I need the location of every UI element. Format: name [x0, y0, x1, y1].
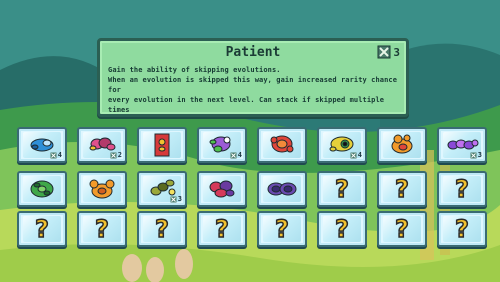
locked-evolution-slot[interactable]: ?: [197, 211, 247, 247]
locked-evolution-slot[interactable]: ?: [137, 211, 187, 247]
evolution-count: 3: [170, 195, 182, 203]
evolution-grid: 4 2 4 4 3 3???????????: [17, 127, 487, 267]
tooltip-description: Gain the ability of skipping evolutions.…: [108, 65, 398, 115]
locked-evolution-slot[interactable]: ?: [377, 211, 427, 247]
evolution-slot[interactable]: [377, 127, 427, 163]
evolution-slot[interactable]: [17, 171, 67, 207]
skip-x-icon: [230, 152, 237, 158]
evolution-count: 3: [470, 151, 482, 159]
tooltip-title: Patient: [225, 45, 281, 60]
evolution-count: 4: [50, 151, 62, 159]
tooltip-cost: 3: [377, 45, 400, 59]
evolution-slot[interactable]: 3: [137, 171, 187, 207]
evolution-slot[interactable]: 2: [77, 127, 127, 163]
evolution-count: 4: [230, 151, 242, 159]
locked-evolution-slot[interactable]: ?: [17, 211, 67, 247]
question-mark-icon: ?: [454, 214, 469, 244]
locked-evolution-slot[interactable]: ?: [437, 171, 487, 207]
question-mark-icon: ?: [334, 174, 349, 204]
evolution-count: 4: [350, 151, 362, 159]
evolution-slot[interactable]: 4: [197, 127, 247, 163]
evolution-count-value: 4: [57, 151, 62, 159]
question-mark-icon: ?: [214, 214, 229, 244]
locked-evolution-slot[interactable]: ?: [437, 211, 487, 247]
evolution-tooltip: Patient 3 Gain the ability of skipping e…: [97, 38, 409, 117]
evolution-slot[interactable]: 4: [17, 127, 67, 163]
question-mark-icon: ?: [334, 214, 349, 244]
evolution-count-value: 4: [237, 151, 242, 159]
question-mark-icon: ?: [274, 214, 289, 244]
locked-evolution-slot[interactable]: ?: [317, 211, 367, 247]
skip-x-icon: [50, 152, 57, 158]
red-card-icon: [154, 133, 170, 157]
skip-x-icon: [377, 45, 391, 59]
locked-evolution-slot[interactable]: ?: [377, 171, 427, 207]
green-spiky-icon: [30, 180, 54, 198]
evolution-count-value: 2: [117, 151, 122, 159]
locked-evolution-slot[interactable]: ?: [257, 211, 307, 247]
skip-x-icon: [470, 152, 477, 158]
skip-x-icon: [170, 196, 177, 202]
skip-x-icon: [110, 152, 117, 158]
question-mark-icon: ?: [454, 174, 469, 204]
evolution-slot[interactable]: 3: [437, 127, 487, 163]
question-mark-icon: ?: [394, 214, 409, 244]
evolution-count: 2: [110, 151, 122, 159]
evolution-count-value: 3: [177, 195, 182, 203]
question-mark-icon: ?: [34, 214, 49, 244]
evolution-slot[interactable]: [137, 127, 187, 163]
question-mark-icon: ?: [154, 214, 169, 244]
orange-crab-icon: [89, 179, 115, 199]
evolution-slot[interactable]: [197, 171, 247, 207]
tooltip-cost-value: 3: [393, 45, 400, 59]
evolution-slot[interactable]: [77, 171, 127, 207]
question-mark-icon: ?: [94, 214, 109, 244]
tooltip-desc-line-1: Gain the ability of skipping evolutions.: [108, 66, 281, 74]
evolution-slot[interactable]: [257, 127, 307, 163]
evolution-slot[interactable]: 4: [317, 127, 367, 163]
skip-x-icon: [350, 152, 357, 158]
purple-goggles-icon: [267, 182, 297, 196]
evolution-count-value: 3: [477, 151, 482, 159]
tooltip-desc-line-3: every evolution in the next level. Can s…: [108, 96, 385, 114]
orange-flame-blob-icon: [391, 134, 413, 154]
tooltip-desc-line-2: When an evolution is skipped this way, g…: [108, 76, 398, 94]
locked-evolution-slot[interactable]: ?: [77, 211, 127, 247]
locked-evolution-slot[interactable]: ?: [317, 171, 367, 207]
red-purple-cluster-icon: [209, 180, 235, 198]
evolution-count-value: 4: [357, 151, 362, 159]
evolution-slot[interactable]: [257, 171, 307, 207]
red-orange-blob-icon: [270, 135, 294, 153]
question-mark-icon: ?: [394, 174, 409, 204]
